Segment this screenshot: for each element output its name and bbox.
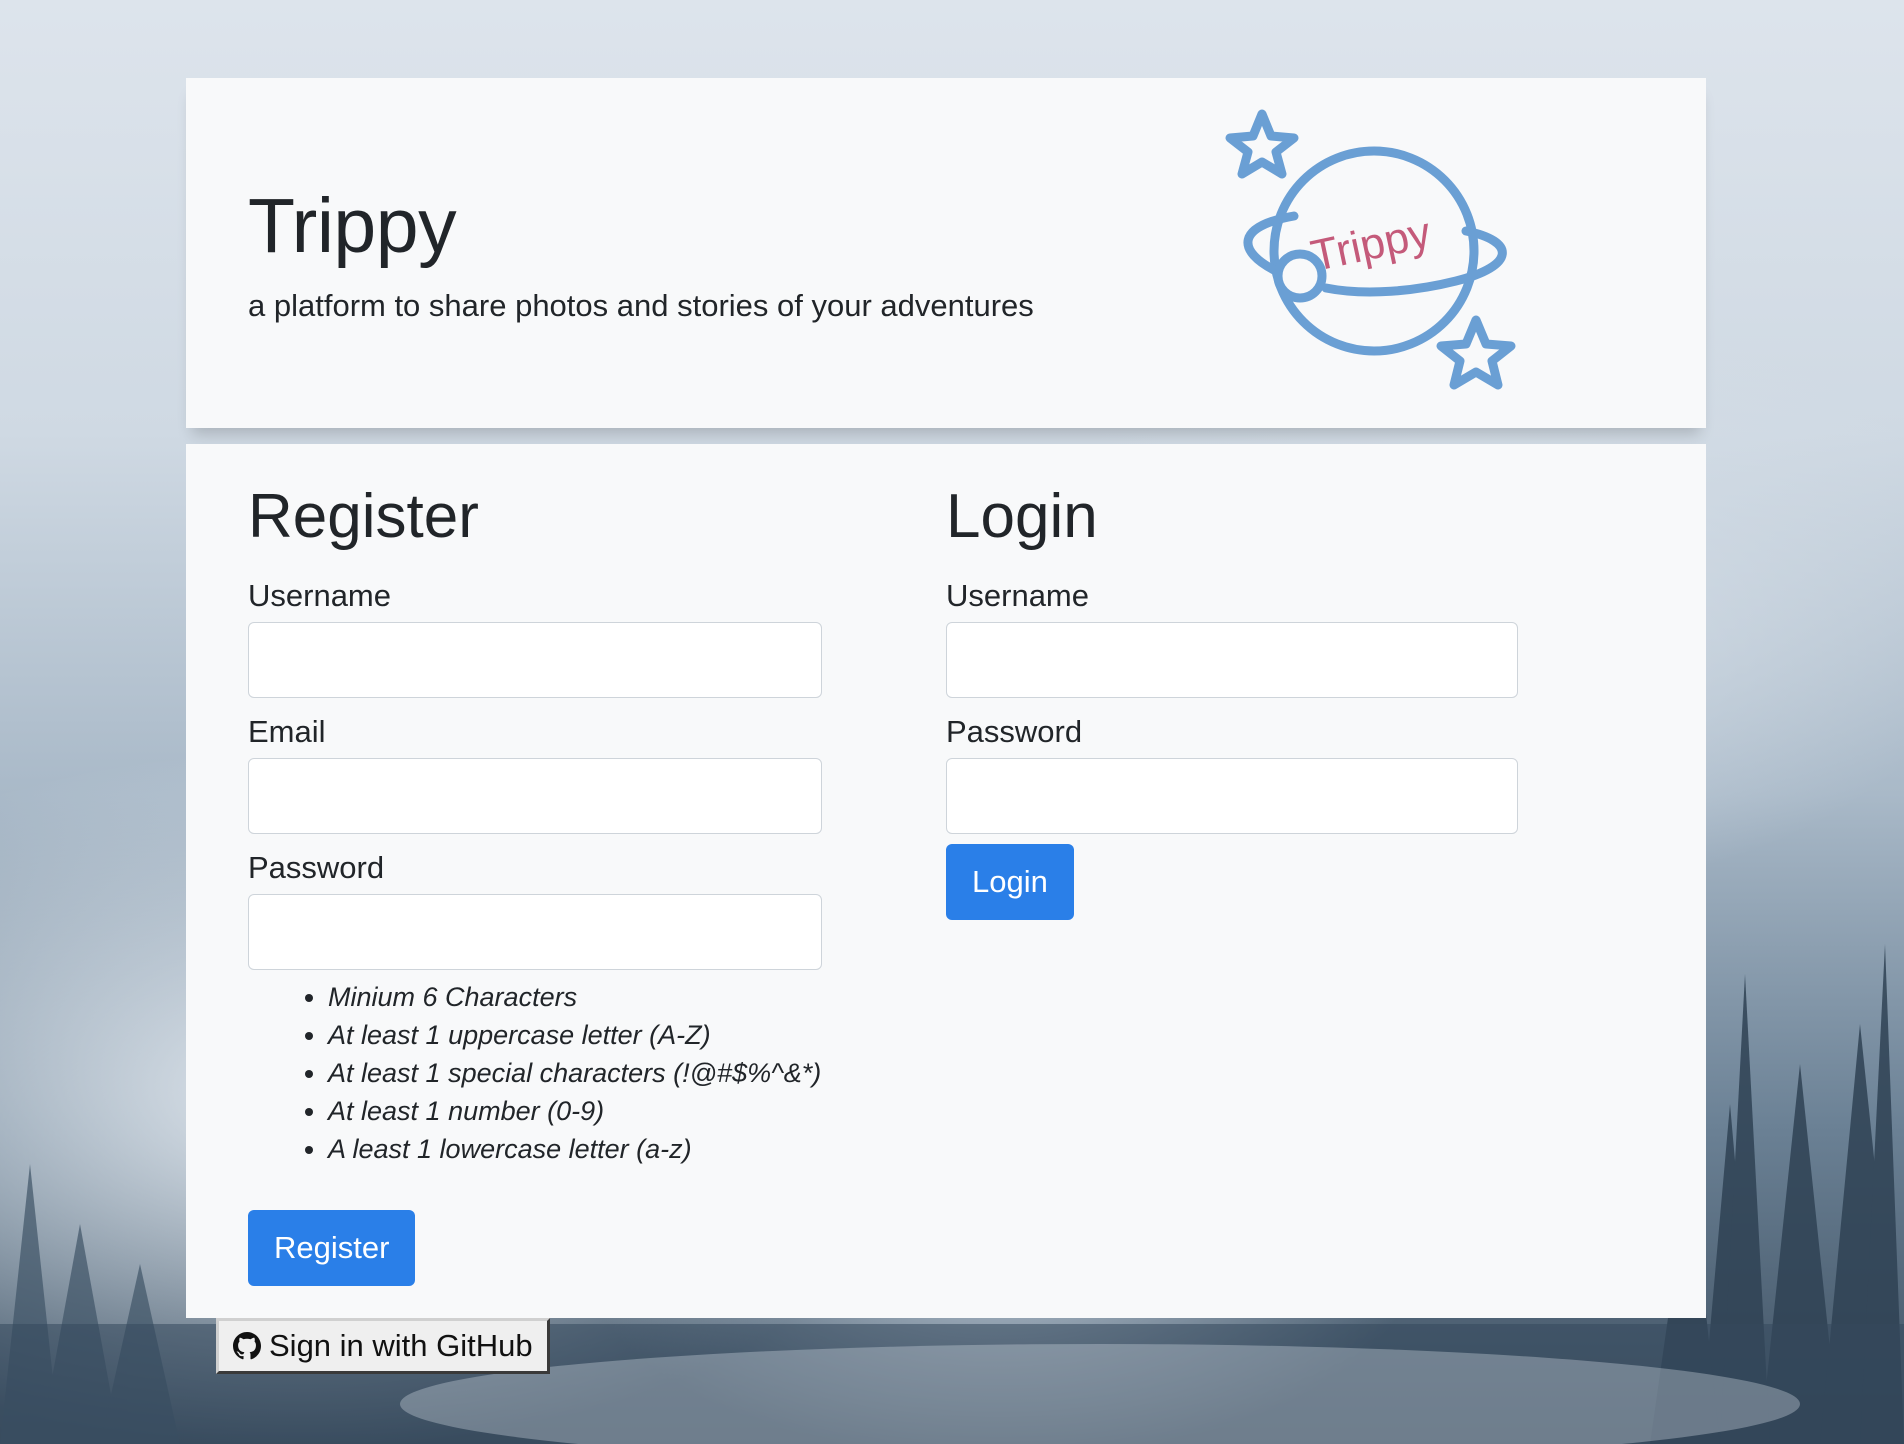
register-form: Register Username Email Password Minium … [248,480,822,1168]
register-username-input[interactable] [248,622,822,698]
login-heading: Login [946,482,1098,551]
password-rule: At least 1 uppercase letter (A-Z) [328,1016,822,1054]
github-signin-label: Sign in with GitHub [269,1328,533,1363]
password-rules-list: Minium 6 Characters At least 1 uppercase… [248,978,822,1168]
github-signin-button[interactable]: Sign in with GitHub [216,1318,550,1374]
register-username-label: Username [248,578,391,613]
login-button[interactable]: Login [946,844,1074,920]
password-rule: At least 1 special characters (!@#$%^&*) [328,1054,822,1092]
register-email-input[interactable] [248,758,822,834]
register-password-label: Password [248,850,385,885]
login-form: Login Username Password Login [946,480,1518,920]
hero-subtitle: a platform to share photos and stories o… [248,288,1034,323]
login-password-input[interactable] [946,758,1518,834]
register-password-input[interactable] [248,894,822,970]
password-rule: At least 1 number (0-9) [328,1092,822,1130]
register-button[interactable]: Register [248,1210,416,1286]
login-password-label: Password [946,714,1083,749]
login-username-label: Username [946,578,1089,613]
register-heading: Register [248,482,479,551]
login-username-input[interactable] [946,622,1518,698]
password-rule: A least 1 lowercase letter (a-z) [328,1130,822,1168]
hero-title: Trippy [248,183,457,269]
register-email-label: Email [248,714,326,749]
auth-panel: Register Username Email Password Minium … [186,444,1706,1318]
github-icon [233,1332,261,1360]
password-rule: Minium 6 Characters [328,978,822,1016]
trippy-logo: Trippy [1225,109,1516,390]
logo-text: Trippy [1307,208,1435,281]
hero-banner: Trippy a platform to share photos and st… [186,78,1706,428]
